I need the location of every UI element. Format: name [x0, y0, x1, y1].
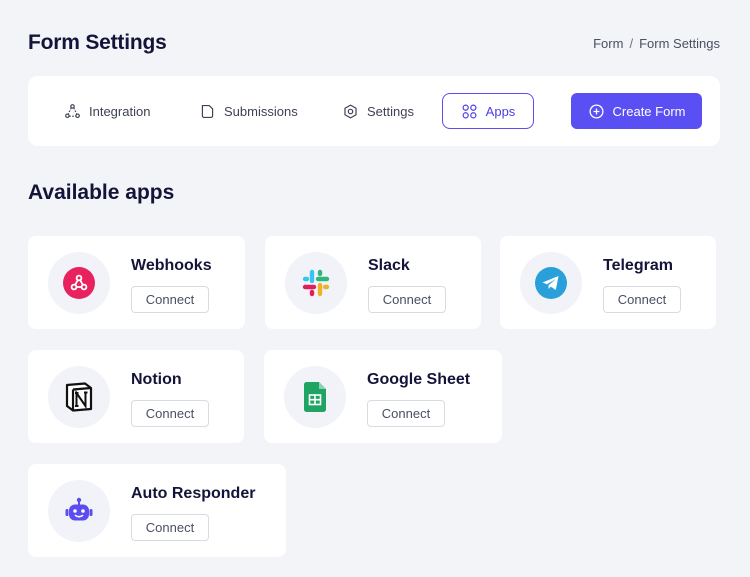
app-card-auto-responder: Auto Responder Connect [28, 464, 286, 557]
integration-icon [65, 103, 80, 118]
app-name: Webhooks [131, 257, 212, 274]
app-card-webhooks: Webhooks Connect [28, 236, 245, 329]
app-card-telegram: Telegram Connect [500, 236, 716, 329]
document-icon [201, 104, 214, 118]
tab-apps[interactable]: Apps [442, 93, 534, 129]
section-title: Available apps [28, 181, 175, 204]
connect-webhooks-button[interactable]: Connect [131, 286, 209, 313]
webhooks-icon [63, 267, 95, 299]
plus-circle-icon [589, 103, 604, 119]
tab-settings[interactable]: Settings [328, 93, 428, 129]
connect-telegram-button[interactable]: Connect [603, 286, 681, 313]
app-name: Auto Responder [131, 485, 256, 502]
slack-icon [302, 269, 330, 297]
tab-apps-label: Apps [485, 103, 516, 119]
connect-notion-button[interactable]: Connect [131, 400, 209, 427]
connect-slack-button[interactable]: Connect [368, 286, 446, 313]
app-card-notion: Notion Connect [28, 350, 244, 443]
tab-submissions[interactable]: Submissions [185, 93, 312, 129]
breadcrumb-separator: / [629, 36, 634, 51]
tab-integration[interactable]: Integration [50, 93, 164, 129]
apps-grid-icon [462, 104, 477, 118]
breadcrumb-form-link[interactable]: Form [593, 36, 623, 51]
app-card-slack: Slack Connect [265, 236, 481, 329]
create-form-label: Create Form [612, 103, 686, 119]
breadcrumb-current: Form Settings [639, 36, 720, 51]
page-title: Form Settings [28, 31, 167, 54]
breadcrumb: Form / Form Settings [593, 36, 720, 51]
notion-icon [65, 382, 93, 412]
robot-icon [65, 497, 93, 521]
tabs-bar: Integration Submissions Settings Apps Cr… [28, 76, 720, 146]
gear-icon [344, 104, 357, 118]
connect-google-sheet-button[interactable]: Connect [367, 400, 445, 427]
app-name: Notion [131, 371, 182, 388]
telegram-icon [535, 267, 567, 299]
app-name: Google Sheet [367, 371, 471, 388]
google-sheet-icon [304, 382, 326, 412]
tab-settings-label: Settings [367, 103, 414, 119]
create-form-button[interactable]: Create Form [571, 93, 702, 129]
app-card-google-sheet: Google Sheet Connect [264, 350, 502, 443]
app-name: Telegram [603, 257, 673, 274]
connect-auto-responder-button[interactable]: Connect [131, 514, 209, 541]
tab-submissions-label: Submissions [224, 103, 298, 119]
app-name: Slack [368, 257, 410, 274]
tab-integration-label: Integration [89, 103, 151, 119]
